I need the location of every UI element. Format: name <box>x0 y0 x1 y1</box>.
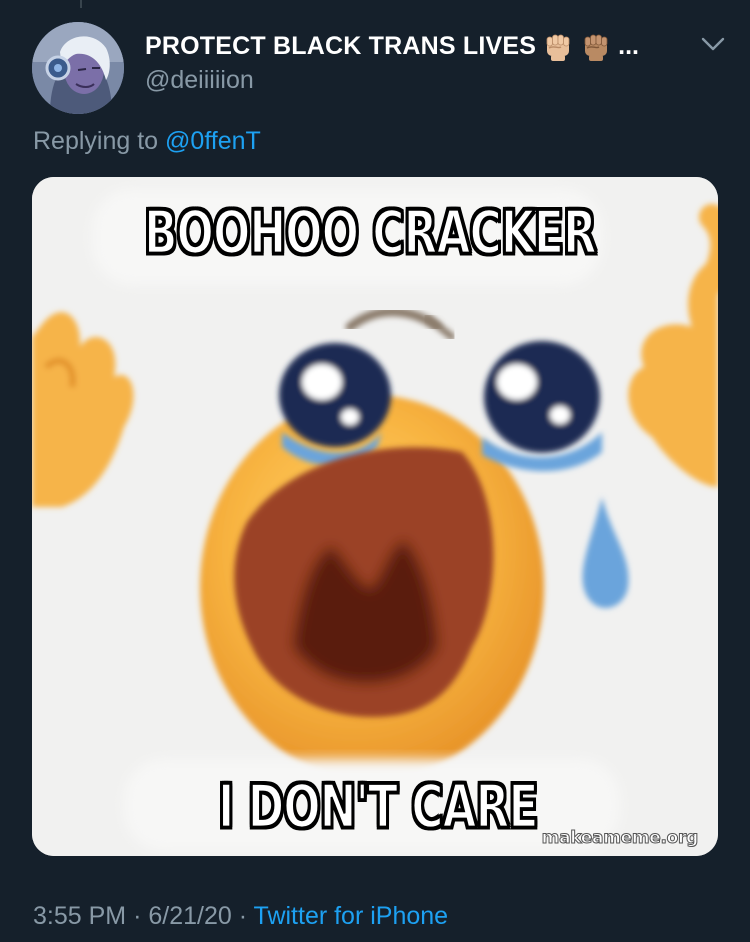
crying-emoji-illustration <box>32 177 718 856</box>
avatar-image <box>32 22 124 114</box>
tweet-header: PROTECT BLACK TRANS LIVES ... @deiiiiion <box>32 22 732 114</box>
tweet-meta: 3:55 PM · 6/21/20 · Twitter for iPhone <box>33 902 448 931</box>
tweet-media-image[interactable]: BOOHOO CRACKER I DON'T CARE makeameme.or… <box>32 177 718 856</box>
meme-bottom-caption-wrap: I DON'T CARE <box>217 772 540 844</box>
reply-mention-link[interactable]: @0ffenT <box>165 127 261 155</box>
tweet-source-link[interactable]: Twitter for iPhone <box>254 902 449 930</box>
display-name-row[interactable]: PROTECT BLACK TRANS LIVES ... <box>145 30 685 62</box>
meme-top-caption-wrap: BOOHOO CRACKER <box>143 198 598 270</box>
meme-bottom-caption: I DON'T CARE <box>217 772 540 844</box>
username[interactable]: @deiiiiion <box>145 66 685 95</box>
tweet-time[interactable]: 3:55 PM <box>33 902 126 930</box>
avatar[interactable] <box>32 22 124 114</box>
meme-watermark: makeameme.org <box>541 828 699 849</box>
meta-separator-2: · <box>238 902 248 930</box>
raised-fist-medium-icon <box>580 30 612 62</box>
display-name-overflow: ... <box>618 31 639 60</box>
thread-connector-line <box>80 0 82 8</box>
replying-to-label: Replying to <box>33 127 159 155</box>
author-block: PROTECT BLACK TRANS LIVES ... @deiiiiion <box>145 30 685 95</box>
display-name[interactable]: PROTECT BLACK TRANS LIVES <box>145 32 536 61</box>
replying-to-line: Replying to @0ffenT <box>33 127 261 156</box>
chevron-down-icon[interactable] <box>700 34 726 54</box>
meta-separator-1: · <box>133 902 142 930</box>
meme-top-caption: BOOHOO CRACKER <box>143 198 598 270</box>
tweet-date[interactable]: 6/21/20 <box>148 902 231 930</box>
raised-fist-light-icon <box>542 30 574 62</box>
